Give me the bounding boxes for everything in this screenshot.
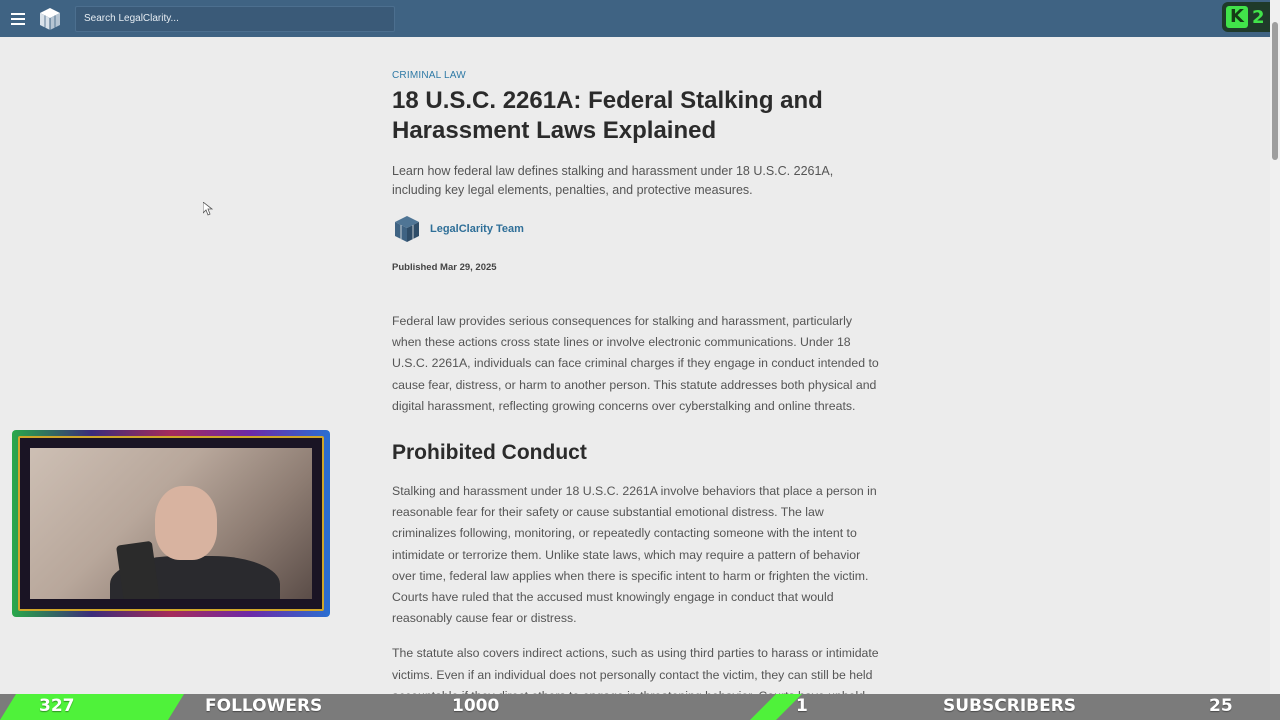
- hamburger-menu-icon[interactable]: [11, 12, 29, 26]
- badge-letter: K: [1226, 6, 1248, 28]
- badge-number: 2: [1252, 6, 1265, 28]
- author-link[interactable]: LegalClarity Team: [430, 223, 524, 235]
- phone-icon: [115, 540, 161, 599]
- scrollbar-thumb[interactable]: [1272, 22, 1278, 160]
- followers-goal: 1000: [452, 696, 500, 716]
- page-scrollbar[interactable]: [1270, 0, 1280, 720]
- stream-stats-bar: 327 FOLLOWERS 1000 1 SUBSCRIBERS 25: [0, 694, 1280, 720]
- author-cube-icon: [395, 216, 419, 242]
- followers-label: FOLLOWERS: [205, 696, 323, 716]
- category-link[interactable]: CRIMINAL LAW: [392, 70, 882, 81]
- subscribers-goal: 25: [1209, 696, 1233, 716]
- logo-cube-icon[interactable]: [37, 6, 63, 32]
- streamer-badge: K 2: [1222, 2, 1270, 32]
- followers-progress: [0, 694, 184, 720]
- followers-count: 327: [39, 696, 75, 716]
- streamer-head: [155, 486, 217, 560]
- section-heading: Prohibited Conduct: [392, 441, 587, 465]
- paragraph-intro: Federal law provides serious consequence…: [392, 314, 879, 413]
- webcam-frame: [18, 436, 324, 611]
- subscribers-progress: [750, 694, 802, 720]
- article-summary: Learn how federal law defines stalking a…: [392, 164, 834, 197]
- top-bar: K 2: [0, 0, 1270, 37]
- page-title: 18 U.S.C. 2261A: Federal Stalking and Ha…: [392, 87, 823, 144]
- webcam-overlay: [12, 430, 330, 617]
- author-row: LegalClarity Team: [392, 214, 882, 244]
- subscribers-count: 1: [796, 696, 808, 716]
- search-input[interactable]: [84, 13, 394, 24]
- paragraph-prohibited-conduct: Stalking and harassment under 18 U.S.C. …: [392, 484, 877, 626]
- article: CRIMINAL LAW 18 U.S.C. 2261A: Federal St…: [392, 70, 882, 720]
- webcam-video: [30, 448, 312, 599]
- published-date: Published Mar 29, 2025: [392, 262, 497, 273]
- mouse-cursor-icon: [203, 202, 213, 216]
- subscribers-label: SUBSCRIBERS: [943, 696, 1077, 716]
- search-box[interactable]: [75, 5, 395, 32]
